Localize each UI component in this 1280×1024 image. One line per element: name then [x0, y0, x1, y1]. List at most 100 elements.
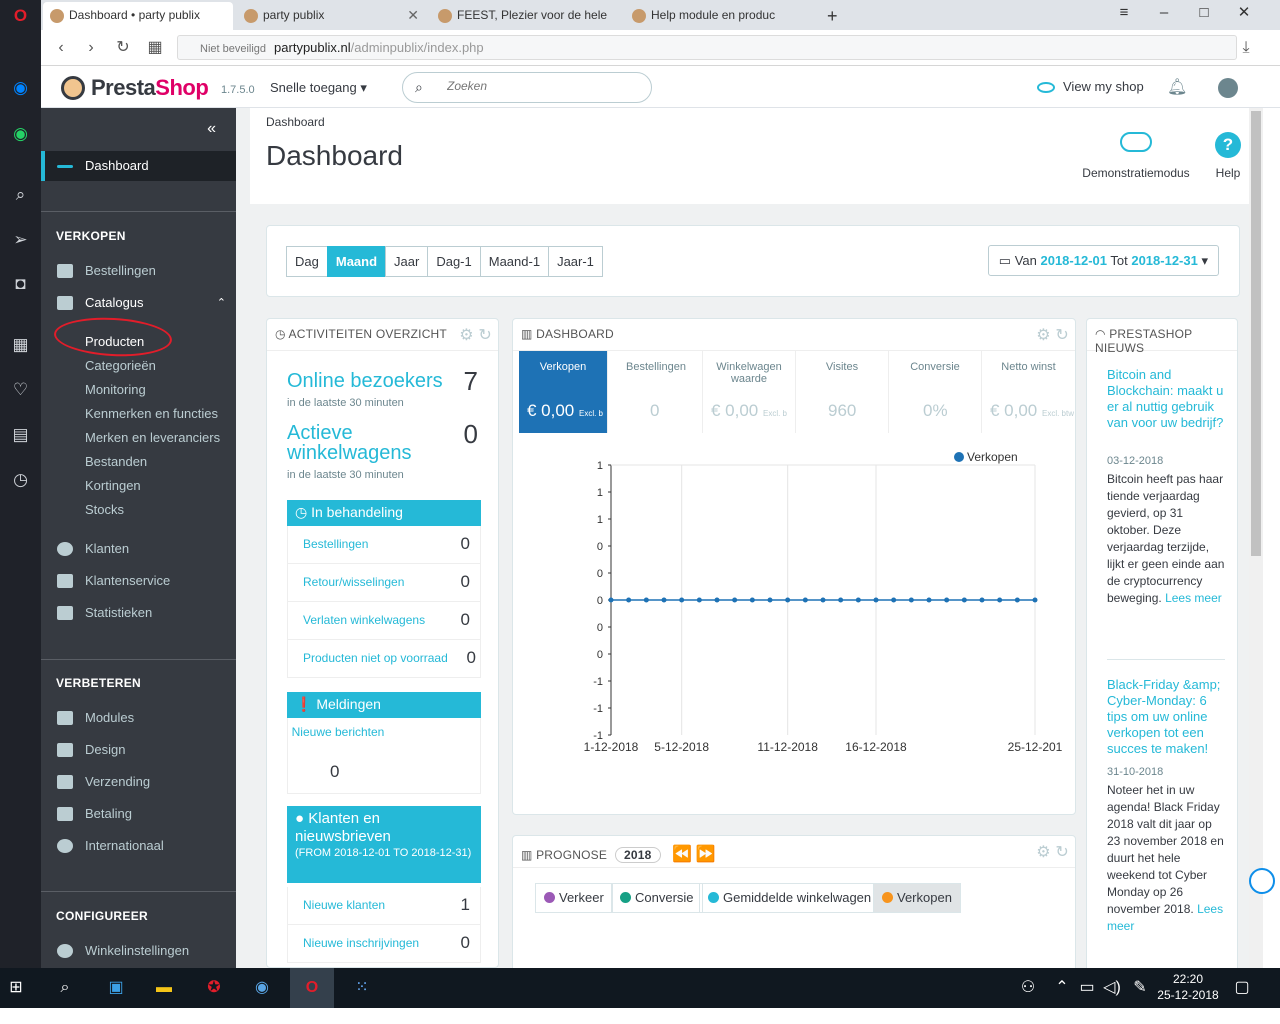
tab-feest[interactable]: FEEST, Plezier voor de hele: [431, 2, 621, 30]
pending-row[interactable]: Bestellingen 0: [287, 526, 481, 564]
taskbar-clock[interactable]: 22:20 25-12-2018: [1155, 971, 1221, 1003]
mail-icon[interactable]: ◉: [250, 976, 274, 1000]
sidebar-item-design[interactable]: Design: [41, 735, 236, 765]
notifications-bell-icon[interactable]: 🔔︎: [1167, 77, 1187, 97]
legend-verkopen[interactable]: Verkopen: [873, 883, 961, 913]
pending-row[interactable]: Verlaten winkelwagens 0: [287, 602, 481, 640]
sidebar-sub-bestanden[interactable]: Bestanden: [85, 454, 147, 469]
quick-access-dropdown[interactable]: Snelle toegang ▾: [270, 80, 367, 96]
network-app-icon[interactable]: ▣: [104, 976, 128, 1000]
search-input[interactable]: [447, 79, 637, 93]
heart-icon[interactable]: ♡: [9, 378, 32, 401]
legend-conversie[interactable]: Conversie: [611, 883, 703, 913]
tab-help-module[interactable]: Help module en produc: [625, 2, 815, 30]
minimize-icon[interactable]: –: [1144, 0, 1184, 28]
customers-row[interactable]: Nieuwe klanten 1: [287, 887, 481, 925]
tabs-overview-icon[interactable]: ▦: [145, 38, 165, 58]
period-maand-button[interactable]: Maand: [326, 246, 387, 277]
download-icon[interactable]: ⤓: [1236, 38, 1256, 58]
sidebar-item-klantenservice[interactable]: Klantenservice: [41, 566, 236, 596]
volume-icon[interactable]: ◁): [1100, 976, 1124, 1000]
read-more-link[interactable]: Lees meer: [1165, 591, 1222, 605]
kpi-netto-winst[interactable]: Netto winst € 0,00 Excl. btw: [982, 351, 1075, 433]
opera-logo-icon[interactable]: O: [9, 4, 32, 27]
online-visitors-label[interactable]: Online bezoekers: [287, 371, 443, 391]
date-range-picker[interactable]: ▭ Van 2018-12-01 Tot 2018-12-31 ▾: [987, 245, 1219, 276]
gear-icon[interactable]: ⚙: [1036, 844, 1051, 861]
pen-icon[interactable]: ✎: [1128, 976, 1152, 1000]
sidebar-item-bestellingen[interactable]: Bestellingen: [41, 256, 236, 286]
new-tab-button[interactable]: +: [819, 2, 849, 30]
refresh-icon[interactable]: ↻: [1055, 327, 1069, 344]
url-field[interactable]: Niet beveiligd partypublix.nl/adminpublix…: [177, 35, 1237, 60]
sidebar-item-internationaal[interactable]: Internationaal: [41, 831, 236, 861]
action-center-icon[interactable]: ▢: [1230, 976, 1254, 1000]
people-icon[interactable]: ⚇: [1016, 976, 1040, 1000]
news-headline[interactable]: Bitcoin and Blockchain: maakt u er al nu…: [1107, 367, 1227, 431]
sidebar-sub-kenmerken[interactable]: Kenmerken en functies: [85, 406, 218, 421]
sidebar-sub-merken[interactable]: Merken en leveranciers: [85, 430, 220, 445]
send-icon[interactable]: ➢: [9, 228, 32, 251]
period-maand-1-button[interactable]: Maand-1: [479, 246, 550, 277]
period-dag-1-button[interactable]: Dag-1: [427, 246, 481, 277]
next-year-icon[interactable]: ⏩: [696, 846, 716, 863]
legend-gemiddelde-winkelwagen[interactable]: Gemiddelde winkelwagen: [699, 883, 881, 913]
user-avatar-icon[interactable]: [1218, 78, 1238, 98]
period-dag-button[interactable]: Dag: [286, 246, 328, 277]
close-tab-icon[interactable]: ✕: [407, 7, 419, 24]
news-icon[interactable]: ▤: [9, 423, 32, 446]
refresh-icon[interactable]: ↻: [478, 327, 492, 344]
prestashop-logo[interactable]: PrestaShop: [91, 75, 209, 101]
messenger-icon[interactable]: ◉: [9, 76, 32, 99]
history-icon[interactable]: ◷: [9, 468, 32, 491]
sidebar-item-betaling[interactable]: Betaling: [41, 799, 236, 829]
sidebar-item-klanten[interactable]: Klanten: [41, 534, 236, 564]
window-close-icon[interactable]: ✕: [1224, 0, 1264, 28]
news-headline[interactable]: Black-Friday &amp; Cyber-Monday: 6 tips …: [1107, 677, 1227, 757]
kpi-bestellingen[interactable]: Bestellingen 0: [610, 351, 703, 433]
sales-line-chart[interactable]: 11100000-1-1-11-12-2018 5-12-2018 11-12-20…: [513, 447, 1075, 807]
kpi-visites[interactable]: Visites 960: [796, 351, 889, 433]
file-explorer-icon[interactable]: ▬: [152, 976, 176, 1000]
gear-icon[interactable]: ⚙: [459, 327, 474, 344]
refresh-icon[interactable]: ↻: [1055, 844, 1069, 861]
search-icon[interactable]: ⌕: [53, 976, 77, 1000]
app-red-icon[interactable]: ✪: [202, 976, 226, 1000]
new-messages-label[interactable]: Nieuwe berichten: [288, 726, 388, 738]
pending-row[interactable]: Producten niet op voorraad 0: [287, 640, 481, 678]
breadcrumb[interactable]: Dashboard: [266, 115, 325, 129]
sidebar-sub-categorieen[interactable]: Categorieën: [85, 358, 156, 373]
pending-row[interactable]: Retour/wisselingen 0: [287, 564, 481, 602]
gear-icon[interactable]: ⚙: [1036, 327, 1051, 344]
network-icon[interactable]: ▭: [1075, 976, 1099, 1000]
maximize-icon[interactable]: □: [1184, 0, 1224, 28]
camera-icon[interactable]: ◘: [9, 272, 32, 295]
view-shop-link[interactable]: View my shop: [1037, 79, 1144, 94]
sidebar-item-modules[interactable]: Modules: [41, 703, 236, 733]
back-icon[interactable]: ‹: [51, 38, 71, 58]
sidebar-item-catalogus[interactable]: Catalogus ⌃: [41, 288, 236, 318]
sidebar-sub-monitoring[interactable]: Monitoring: [85, 382, 146, 397]
opera-taskbar-icon[interactable]: O: [290, 968, 334, 1008]
period-jaar-button[interactable]: Jaar: [385, 246, 429, 277]
collapse-sidebar-icon[interactable]: «: [207, 120, 216, 138]
windows-start-icon[interactable]: ⊞: [4, 976, 28, 1000]
sidebar-item-dashboard[interactable]: Dashboard: [41, 151, 236, 181]
help-button[interactable]: ? Help: [1208, 132, 1248, 180]
legend-verkeer[interactable]: Verkeer: [535, 883, 613, 913]
sidebar-sub-stocks[interactable]: Stocks: [85, 502, 124, 517]
kpi-verkopen[interactable]: Verkopen € 0,00 Excl. b: [519, 351, 608, 433]
period-jaar-1-button[interactable]: Jaar-1: [548, 246, 603, 277]
sidebar-item-verzending[interactable]: Verzending: [41, 767, 236, 797]
scrollbar-thumb[interactable]: [1251, 111, 1261, 556]
grid-icon[interactable]: ▦: [9, 333, 32, 356]
demo-mode-toggle[interactable]: Demonstratiemodus: [1076, 132, 1196, 180]
tab-dashboard[interactable]: Dashboard • party publix: [43, 2, 233, 30]
kpi-conversie[interactable]: Conversie 0%: [889, 351, 982, 433]
menu-icon[interactable]: ≡: [1104, 0, 1144, 28]
search-icon[interactable]: ⌕: [9, 183, 32, 206]
teamviewer-icon[interactable]: [1249, 868, 1275, 894]
sidebar-item-winkelinstellingen[interactable]: Winkelinstellingen: [41, 936, 236, 966]
sidebar-sub-kortingen[interactable]: Kortingen: [85, 478, 141, 493]
customers-row[interactable]: Nieuwe inschrijvingen 0: [287, 925, 481, 963]
